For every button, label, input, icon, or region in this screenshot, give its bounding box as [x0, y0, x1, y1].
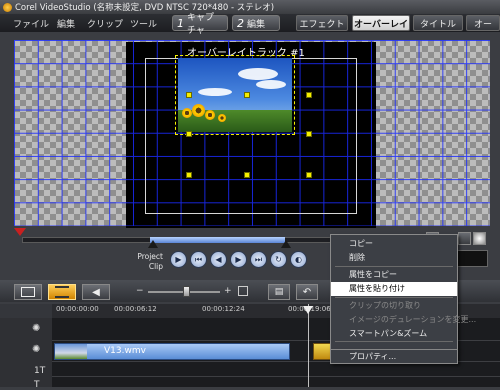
end-button[interactable]: ⏭: [250, 251, 267, 268]
playhead-marker-icon[interactable]: [303, 306, 313, 314]
audio-view-button[interactable]: ◀: [82, 284, 110, 300]
context-menu: コピー 削除 属性をコピー 属性を貼り付け クリップの切り取り イメージのデュレ…: [330, 234, 476, 350]
repeat-button[interactable]: ↻: [270, 251, 287, 268]
menu-file[interactable]: ファイル: [13, 17, 49, 30]
timeline-icon: [55, 286, 69, 298]
speaker-icon: ◀: [92, 286, 100, 298]
window-title: Corel VideoStudio (名称未設定, DVD NTSC 720*4…: [15, 3, 275, 13]
track-divider: [52, 376, 500, 377]
resize-handle-bottom[interactable]: [244, 172, 250, 178]
timeline-view-button[interactable]: [48, 284, 76, 300]
step-forward-icon: ▶: [235, 255, 242, 264]
ruler-label: 00:00:00:00: [56, 305, 99, 313]
track-manager-button[interactable]: [0, 304, 52, 318]
ruler-label: 00:00:12:24: [202, 305, 245, 313]
menu-separator: [335, 341, 453, 342]
menu-tools[interactable]: ツール: [130, 17, 157, 30]
menu-item-change-duration[interactable]: イメージのデュレーションを変更...: [331, 313, 476, 327]
undo-button[interactable]: ↶: [296, 284, 318, 300]
app-logo-icon: [3, 2, 12, 12]
speaker-icon: ◐: [295, 255, 302, 264]
mark-out-button[interactable]: [458, 232, 471, 245]
clip-thumbnail: [55, 344, 87, 359]
menu-edit[interactable]: 編集: [57, 17, 75, 30]
tab-audio[interactable]: オー: [466, 15, 500, 31]
home-button[interactable]: ⏮: [190, 251, 207, 268]
menu-item-properties[interactable]: プロパティ...: [330, 350, 458, 364]
play-icon: ▶: [175, 255, 182, 264]
resize-handle-left[interactable]: [186, 131, 192, 137]
overlay-track-icon: ✺: [32, 344, 41, 355]
step-number: 2: [237, 16, 244, 30]
menu-item-copy[interactable]: コピー: [331, 237, 457, 251]
step-label: 編集: [247, 19, 266, 30]
sunflower: [192, 104, 205, 117]
menu-item-copy-attributes[interactable]: 属性をコピー: [331, 268, 457, 282]
sunflower: [182, 108, 192, 118]
cloud: [198, 88, 232, 96]
overlay-image: [178, 58, 292, 132]
video-track-icon: ✺: [32, 323, 41, 334]
title-track-icon: 1T: [34, 366, 46, 376]
track-headers: ✺ ✺ 1T T: [0, 318, 52, 390]
menu-item-delete[interactable]: 削除: [331, 251, 457, 265]
zoom-out-icon[interactable]: −: [136, 286, 144, 296]
sunflower: [218, 114, 226, 122]
menu-bar: ファイル 編集 クリップ ツール 1 キャプチャ 2 編集 エフェクト オーバー…: [0, 13, 500, 36]
menu-item-paste-attributes[interactable]: 属性を貼り付け: [331, 282, 457, 296]
resize-handle-br[interactable]: [306, 172, 312, 178]
insert-media-button[interactable]: ▤: [268, 284, 290, 300]
cloud: [256, 80, 286, 89]
project-label: Project: [137, 252, 163, 261]
step-number: 1: [177, 16, 184, 30]
skip-start-icon: ⏮: [194, 254, 203, 264]
overlay-video-clip[interactable]: [54, 343, 290, 360]
ruler-label: 00:00:06:12: [114, 305, 157, 313]
resize-handle-right[interactable]: [306, 131, 312, 137]
enlarge-button[interactable]: [473, 232, 486, 245]
trim-start-handle[interactable]: [148, 240, 158, 248]
fit-project-icon[interactable]: [238, 286, 248, 296]
resize-handle-top[interactable]: [244, 92, 250, 98]
skip-end-icon: ⏭: [254, 254, 263, 264]
trim-end-handle[interactable]: [281, 240, 291, 248]
playhead-line: [308, 304, 309, 387]
resize-handle-tl[interactable]: [186, 92, 192, 98]
menu-item-cut-clip[interactable]: クリップの切り取り: [331, 299, 457, 313]
tab-title[interactable]: タイトル: [413, 15, 463, 31]
sunflower: [205, 110, 215, 120]
title-bar: Corel VideoStudio (名称未設定, DVD NTSC 720*4…: [0, 0, 500, 14]
play-button[interactable]: ▶: [170, 251, 187, 268]
next-frame-button[interactable]: ▶: [230, 251, 247, 268]
menu-clip[interactable]: クリップ: [87, 17, 123, 30]
clip-label: Clip: [148, 262, 163, 271]
film-insert-icon: ▤: [274, 287, 284, 297]
menu-separator: [335, 297, 453, 298]
repeat-icon: ↻: [275, 255, 282, 264]
clip-name: V13.wmv: [104, 346, 146, 356]
step-back-icon: ◀: [215, 255, 222, 264]
menu-separator: [335, 266, 453, 267]
step-edit-button[interactable]: 2 編集: [232, 15, 280, 31]
previous-frame-button[interactable]: ◀: [210, 251, 227, 268]
start-marker-icon[interactable]: [14, 228, 26, 236]
volume-button[interactable]: ◐: [290, 251, 307, 268]
zoom-in-icon[interactable]: +: [224, 286, 232, 296]
undo-icon: ↶: [302, 286, 312, 298]
zoom-slider-thumb[interactable]: [183, 286, 190, 297]
step-label: キャプチャ: [187, 13, 215, 36]
tab-effect[interactable]: エフェクト: [296, 15, 348, 31]
overlay-clip[interactable]: [175, 55, 295, 135]
storyboard-view-button[interactable]: [14, 284, 42, 300]
scrubber-range: [150, 237, 285, 243]
storyboard-icon: [21, 287, 35, 297]
step-capture-button[interactable]: 1 キャプチャ: [172, 13, 228, 36]
tab-overlay[interactable]: オーバーレイ: [352, 15, 410, 31]
voice-track-icon: T: [34, 380, 40, 390]
menu-item-smart-pan-zoom[interactable]: スマートパン&ズーム: [331, 327, 457, 341]
resize-handle-tr[interactable]: [306, 92, 312, 98]
cloud: [238, 68, 278, 80]
resize-handle-bl[interactable]: [186, 172, 192, 178]
